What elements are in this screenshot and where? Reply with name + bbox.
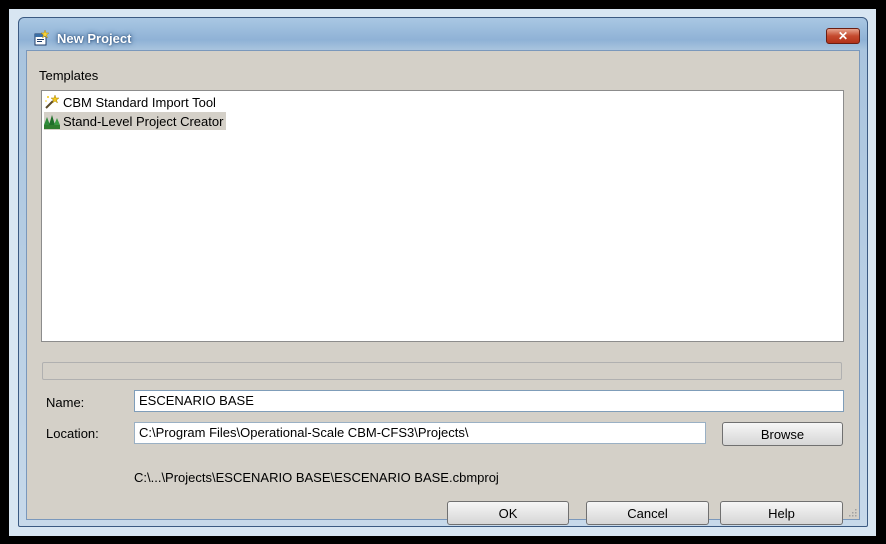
location-input[interactable]: C:\Program Files\Operational-Scale CBM-C… <box>134 422 706 444</box>
new-project-dialog: New Project ✕ Templates CBM Standard Imp… <box>18 17 868 527</box>
template-item-label: CBM Standard Import Tool <box>63 94 216 110</box>
close-button[interactable]: ✕ <box>826 28 860 44</box>
name-input[interactable]: ESCENARIO BASE <box>134 390 844 412</box>
help-button[interactable]: Help <box>720 501 843 525</box>
new-project-icon <box>34 30 49 46</box>
template-item-cbm-standard-import-tool[interactable]: CBM Standard Import Tool <box>44 93 219 111</box>
browse-button[interactable]: Browse <box>722 422 843 446</box>
templates-list[interactable]: CBM Standard Import Tool Stand-Level Pro… <box>41 90 844 342</box>
wand-icon <box>45 94 60 109</box>
title-bar[interactable]: New Project ✕ <box>19 18 867 50</box>
dialog-body: Templates CBM Standard Import Tool Stand… <box>26 50 860 525</box>
template-item-label: Stand-Level Project Creator <box>63 113 224 129</box>
template-item-stand-level-project-creator[interactable]: Stand-Level Project Creator <box>44 112 227 130</box>
resolved-project-path: C:\...\Projects\ESCENARIO BASE\ESCENARIO… <box>134 470 499 485</box>
dialog-title: New Project <box>57 31 132 46</box>
forest-stand-icon <box>44 115 60 129</box>
name-label: Name: <box>46 395 85 410</box>
cancel-button[interactable]: Cancel <box>586 501 709 525</box>
ok-button[interactable]: OK <box>447 501 569 525</box>
close-icon: ✕ <box>837 29 849 43</box>
progress-bar <box>42 362 842 380</box>
templates-label: Templates <box>39 68 99 83</box>
location-label: Location: <box>46 426 99 441</box>
resize-grip-icon[interactable] <box>847 507 857 517</box>
